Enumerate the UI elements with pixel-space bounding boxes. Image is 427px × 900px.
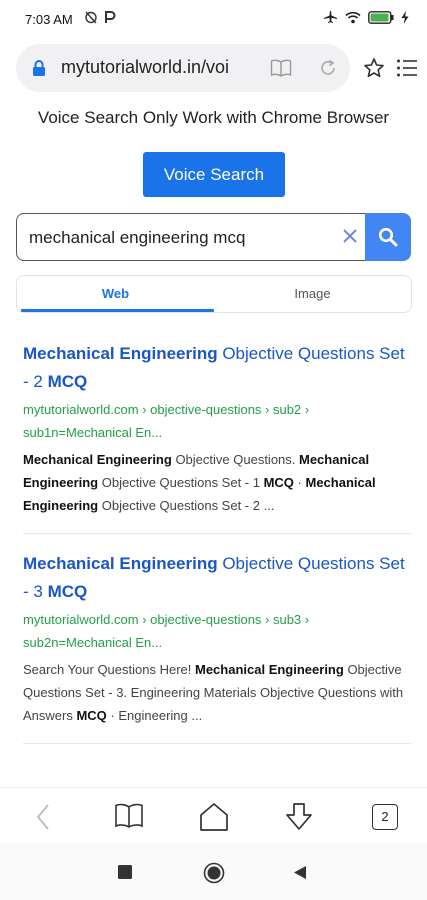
system-nav-bar — [0, 843, 427, 900]
tab-image[interactable]: Image — [214, 276, 411, 312]
bookmarks-icon[interactable] — [114, 802, 144, 830]
status-bar: 7:03 AM — [0, 0, 427, 38]
tabs-count: 2 — [381, 809, 389, 824]
home-icon[interactable] — [199, 802, 229, 832]
result-title-link[interactable]: Mechanical Engineering Objective Questio… — [23, 340, 411, 396]
result-url[interactable]: mytutorialworld.com › objective-question… — [23, 608, 411, 654]
back-triangle-icon[interactable] — [293, 865, 307, 880]
result-url[interactable]: mytutorialworld.com › objective-question… — [23, 398, 411, 444]
search-input[interactable]: mechanical engineering mcq — [16, 213, 366, 261]
tab-web-indicator — [21, 309, 214, 312]
tabs-count-button[interactable]: 2 — [372, 804, 398, 830]
alarm-off-icon — [85, 11, 97, 24]
paytm-icon — [105, 11, 116, 23]
star-icon[interactable] — [363, 57, 385, 79]
reader-mode-icon[interactable] — [270, 59, 292, 77]
menu-icon[interactable] — [396, 58, 418, 78]
home-circle-icon[interactable] — [203, 862, 225, 884]
result-snippet: Mechanical Engineering Objective Questio… — [23, 452, 376, 513]
charging-icon — [401, 10, 409, 24]
search-input-value[interactable]: mechanical engineering mcq — [29, 228, 245, 248]
battery-icon — [368, 10, 394, 24]
result-title-link[interactable]: Mechanical Engineering Objective Questio… — [23, 550, 411, 606]
tab-web[interactable]: Web — [17, 276, 214, 312]
status-time: 7:03 AM — [25, 12, 73, 27]
download-icon[interactable] — [284, 802, 314, 832]
reload-icon[interactable] — [318, 58, 338, 78]
wifi-icon — [345, 11, 361, 23]
clear-icon[interactable] — [342, 228, 358, 244]
status-left-icons — [84, 10, 116, 24]
recents-icon[interactable] — [118, 865, 132, 879]
search-result: Mechanical Engineering Objective Questio… — [23, 550, 411, 744]
search-tabs: Web Image — [16, 275, 412, 313]
back-icon[interactable] — [34, 802, 52, 832]
address-bar[interactable]: mytutorialworld.in/voi — [16, 44, 350, 92]
search-result: Mechanical Engineering Objective Questio… — [23, 340, 411, 534]
airplane-icon — [324, 11, 337, 23]
search-icon — [378, 227, 398, 247]
lock-icon — [33, 60, 45, 76]
search-button[interactable] — [365, 213, 411, 261]
voice-search-notice: Voice Search Only Work with Chrome Brows… — [37, 108, 390, 127]
search-results: Mechanical Engineering Objective Questio… — [23, 340, 411, 760]
voice-search-button[interactable]: Voice Search — [143, 152, 285, 197]
browser-bottom-bar: 2 — [0, 787, 427, 844]
url-text[interactable]: mytutorialworld.in/voi — [61, 57, 251, 78]
status-right-icons — [323, 10, 409, 24]
result-snippet: Search Your Questions Here! Mechanical E… — [23, 662, 404, 723]
